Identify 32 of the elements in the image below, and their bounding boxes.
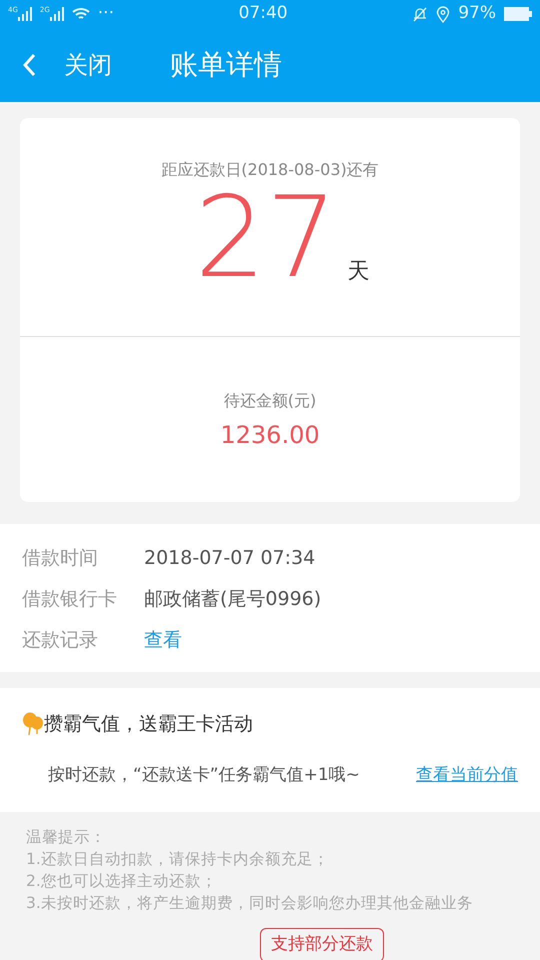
detail-label: 还款记录: [22, 628, 99, 654]
battery-percent: 97%: [458, 2, 496, 26]
battery-icon: [504, 7, 532, 21]
back-button[interactable]: 关闭: [22, 47, 112, 83]
tip-text: 2.您也可以选择主动还款；: [26, 871, 218, 892]
tip-text: 温馨提示：: [26, 827, 107, 848]
tip-text: 3.未按时还款，将产生逾期费，同时会影响您办理其他金融业务: [26, 893, 474, 914]
page-title: 账单详情: [170, 47, 282, 83]
amount-label: 待还金额(元): [224, 390, 316, 412]
days-unit: 天: [347, 258, 370, 286]
more-indicator: ···: [98, 2, 114, 26]
status-time: 07:40: [238, 2, 288, 26]
bell-off-icon: [412, 6, 428, 22]
promo-text: 按时还款，“还款送卡”任务霸气值+1哦~: [48, 764, 360, 786]
detail-label: 借款银行卡: [22, 587, 118, 612]
detail-label: 借款时间: [22, 546, 99, 572]
view-link[interactable]: 查看: [144, 626, 182, 655]
promo-title: 攒霸气值，送霸王卡活动: [44, 712, 253, 737]
location-icon: [436, 6, 450, 22]
signal-icon: [18, 7, 32, 21]
partial-repay-button[interactable]: 支持部分还款: [260, 928, 384, 960]
balloons-icon: [22, 712, 44, 736]
amount-value: 1236.00: [220, 420, 320, 451]
wifi-icon: [72, 7, 90, 21]
tip-text: 1.还款日自动扣款，请保持卡内余额充足；: [26, 849, 330, 870]
days-count: 27: [194, 182, 338, 294]
score-link[interactable]: 查看当前分值: [416, 762, 518, 788]
countdown-label: 距应还款日(2018-08-03)还有: [161, 159, 379, 181]
detail-value: 邮政储蓄(尾号0996): [144, 587, 322, 612]
signal-icon: [50, 7, 64, 21]
back-icon: [22, 53, 36, 77]
detail-value: 2018-07-07 07:34: [144, 546, 316, 572]
